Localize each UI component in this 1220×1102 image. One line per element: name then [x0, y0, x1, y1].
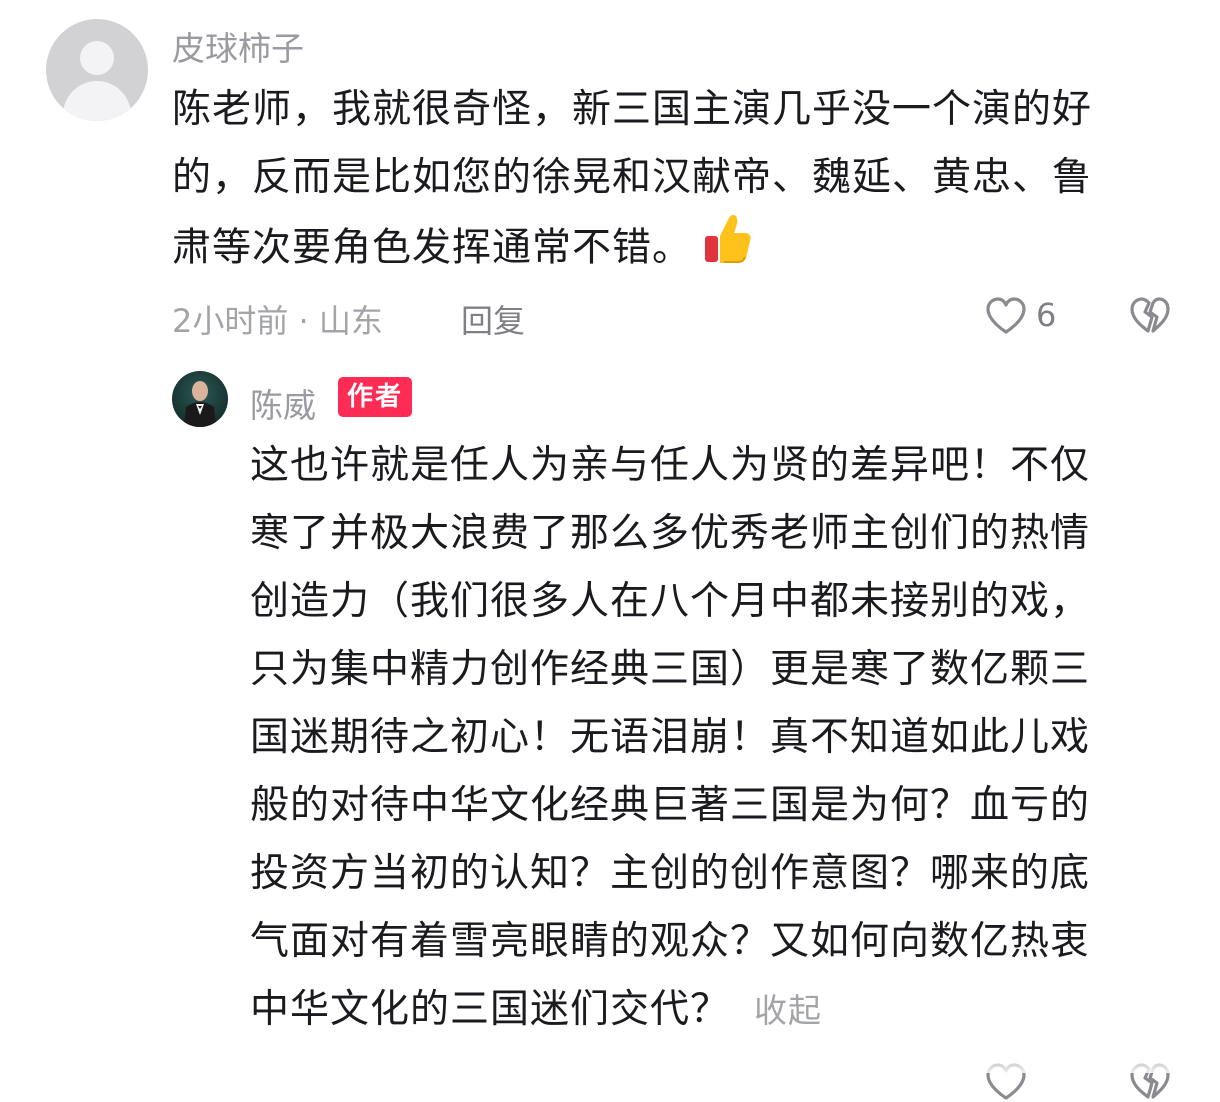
reply-line: 寒了并极大浪费了那么多优秀老师主创们的热情: [250, 511, 1091, 556]
commenter-avatar[interactable]: [46, 19, 148, 121]
comment-line: 的，反而是比如您的徐晃和汉献帝、魏延、黄忠、鲁: [172, 155, 1093, 200]
comment-line: 陈老师，我就很奇怪，新三国主演几乎没一个演的好: [172, 87, 1093, 132]
broken-heart-icon[interactable]: [1128, 296, 1172, 336]
comment-text: 陈老师，我就很奇怪，新三国主演几乎没一个演的好 的，反而是比如您的徐晃和汉献帝、…: [172, 76, 1092, 288]
author-badge: 作者: [338, 377, 413, 417]
like-count: 6: [1036, 296, 1057, 334]
thumbs-up-icon: [702, 212, 754, 288]
reply-text: 这也许就是任人为亲与任人为贤的差异吧！不仅 寒了并极大浪费了那么多优秀老师主创们…: [250, 432, 1090, 1045]
collapse-button[interactable]: 收起: [754, 991, 822, 1030]
reply-line: 这也许就是任人为亲与任人为贤的差异吧！不仅: [250, 443, 1091, 488]
author-avatar[interactable]: [172, 371, 228, 427]
reply-button[interactable]: 回复: [461, 296, 525, 342]
reply-line: 创造力（我们很多人在八个月中都未接别的戏，: [250, 579, 1091, 624]
reply-line: 只为集中精力创作经典三国）更是寒了数亿颗三: [250, 647, 1091, 692]
reply-line: 中华文化的三国迷们交代？ 收起: [250, 987, 823, 1032]
comment-line: 肃等次要角色发挥通常不错。: [172, 212, 1092, 288]
comment-time-location: 2小时前 · 山东: [172, 302, 383, 340]
default-avatar-icon: [80, 41, 114, 75]
reply-line: 般的对待中华文化经典巨著三国是为何？血亏的: [250, 783, 1091, 828]
commenter-username[interactable]: 皮球柿子: [172, 22, 304, 70]
bottom-fade: [0, 1040, 1220, 1073]
author-username[interactable]: 陈威: [250, 379, 316, 427]
reply-line: 气面对有着雪亮眼睛的观众？又如何向数亿热衷: [250, 919, 1091, 964]
heart-outline-icon[interactable]: [984, 296, 1028, 336]
reply-line: 投资方当初的认知？主创的创作意图？哪来的底: [250, 851, 1091, 896]
reply-line: 国迷期待之初心！无语泪崩！真不知道如此儿戏: [250, 715, 1091, 760]
